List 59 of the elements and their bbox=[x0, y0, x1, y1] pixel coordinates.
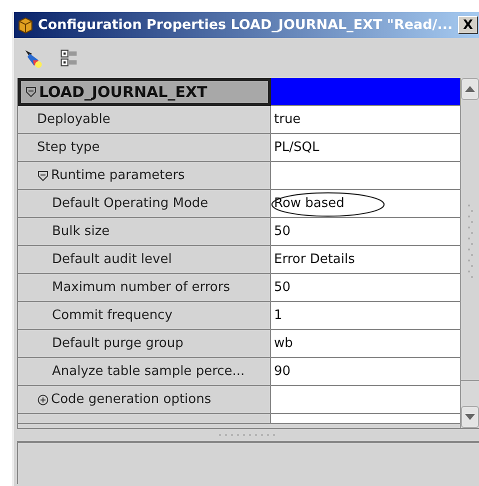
property-name-cell[interactable]: Default Operating Mode bbox=[18, 190, 271, 218]
property-value: 50 bbox=[274, 280, 291, 295]
property-name: Deployable bbox=[37, 112, 110, 127]
property-name-cell[interactable]: Bulk size bbox=[18, 218, 271, 246]
property-name-cell[interactable]: LOAD_JOURNAL_EXT bbox=[18, 78, 271, 106]
property-value: Error Details bbox=[274, 252, 355, 267]
property-name: Maximum number of errors bbox=[52, 280, 230, 295]
collapse-icon[interactable] bbox=[37, 170, 49, 182]
property-value-cell[interactable]: Row based bbox=[271, 190, 460, 218]
down-arrow-icon bbox=[465, 414, 476, 420]
property-name: Default audit level bbox=[52, 252, 172, 267]
property-name-cell[interactable]: Maximum number of errors bbox=[18, 274, 271, 302]
property-name: Commit frequency bbox=[52, 308, 172, 323]
property-value: PL/SQL bbox=[274, 140, 320, 155]
property-name-cell[interactable]: Runtime parameters bbox=[18, 162, 271, 190]
property-value-cell[interactable] bbox=[271, 414, 460, 424]
property-value-cell[interactable]: 50 bbox=[271, 218, 460, 246]
property-name-cell[interactable] bbox=[18, 414, 271, 424]
property-name: Default purge group bbox=[52, 336, 184, 351]
property-value-cell[interactable] bbox=[271, 162, 460, 190]
property-value: Row based bbox=[274, 196, 344, 211]
property-value-cell[interactable]: wb bbox=[271, 330, 460, 358]
scroll-thumb[interactable] bbox=[461, 100, 479, 381]
property-value-cell[interactable]: Error Details bbox=[271, 246, 460, 274]
property-name-cell[interactable]: Deployable bbox=[18, 106, 271, 134]
property-value-cell[interactable]: 90 bbox=[271, 358, 460, 386]
scroll-up-button[interactable] bbox=[461, 78, 479, 100]
property-value-cell[interactable]: PL/SQL bbox=[271, 134, 460, 162]
scroll-down-button[interactable] bbox=[461, 406, 479, 428]
property-value-cell[interactable] bbox=[271, 78, 460, 106]
window-title: Configuration Properties LOAD_JOURNAL_EXT "Read/... bbox=[38, 17, 454, 33]
property-name: Analyze table sample perce... bbox=[52, 364, 245, 379]
property-name-cell[interactable]: Code generation options bbox=[18, 386, 271, 414]
property-name-cell[interactable]: Step type bbox=[18, 134, 271, 162]
property-value: true bbox=[274, 112, 301, 127]
expand-icon[interactable] bbox=[37, 394, 49, 406]
property-name: LOAD_JOURNAL_EXT bbox=[39, 83, 208, 101]
property-name-cell[interactable]: Analyze table sample perce... bbox=[18, 358, 271, 386]
vertical-scrollbar[interactable] bbox=[460, 78, 479, 428]
up-arrow-icon bbox=[465, 86, 476, 92]
property-value-cell[interactable]: 50 bbox=[271, 274, 460, 302]
property-name: Runtime parameters bbox=[51, 168, 185, 183]
property-value-cell[interactable]: true bbox=[271, 106, 460, 134]
collapse-icon[interactable] bbox=[25, 86, 37, 98]
property-name-cell[interactable]: Default audit level bbox=[18, 246, 271, 274]
property-value: 1 bbox=[274, 308, 282, 323]
cube-icon bbox=[17, 16, 34, 34]
property-name: Bulk size bbox=[52, 224, 110, 239]
property-value-cell[interactable] bbox=[271, 386, 460, 414]
property-name-cell[interactable]: Default purge group bbox=[18, 330, 271, 358]
property-name: Step type bbox=[37, 140, 100, 155]
property-value: 90 bbox=[274, 364, 291, 379]
property-value: 50 bbox=[274, 224, 291, 239]
property-value: wb bbox=[274, 336, 293, 351]
property-value-cell[interactable]: 1 bbox=[271, 302, 460, 330]
property-name: Code generation options bbox=[51, 392, 212, 407]
close-button[interactable]: X bbox=[458, 16, 478, 34]
property-name-cell[interactable]: Commit frequency bbox=[18, 302, 271, 330]
property-name: Default Operating Mode bbox=[52, 196, 208, 211]
